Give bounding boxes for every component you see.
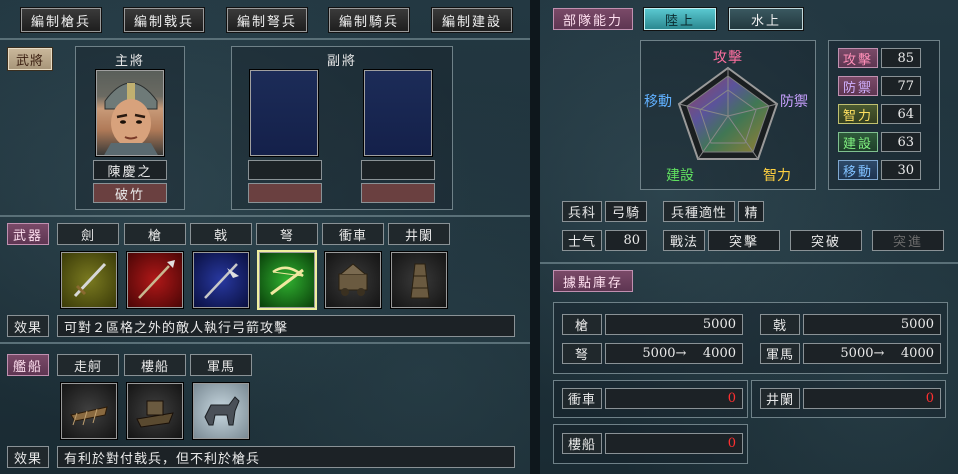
stat-value-intelligence: 64 [881,104,921,124]
inv-spear-value: 5000 [605,314,743,335]
inv-spear-label: 槍 [562,314,602,335]
weapon-label-tower: 井闌 [388,223,450,245]
tactics-label: 戰法 [663,230,705,251]
inv-halberd-value: 5000 [803,314,941,335]
inv-tower-value: 0 [803,388,941,409]
weapon-ram-tile[interactable] [324,251,382,309]
form-crossbow-button[interactable]: 編制弩兵 [226,7,308,33]
radar-label-move: 移動 [644,94,672,110]
weapon-halberd-tile[interactable] [192,251,250,309]
inv-tower-ship-label: 樓船 [562,433,602,454]
tab-land[interactable]: 陸上 [643,7,717,31]
deputy-slot-2[interactable] [363,69,433,157]
aptitude-value: 精 [738,201,764,222]
stat-label-build: 建設 [838,132,878,152]
spear-icon [138,260,175,299]
inv-warhorse-label: 軍馬 [760,343,800,364]
stat-label-move: 移動 [838,160,878,180]
weapon-spear-tile[interactable] [126,251,184,309]
radar-label-intelligence: 智力 [763,168,791,184]
deputy-2-skill [361,183,435,203]
inventory-tag: 據點庫存 [553,270,633,292]
tower-ship-icon [136,400,174,428]
inv-halberd-label: 戟 [760,314,800,335]
skiff-icon [70,406,108,426]
ship-warhorse-tile[interactable] [192,382,250,440]
morale-label: 士气 [562,230,602,251]
officers-tag: 武將 [7,47,53,71]
panel-gap [530,0,540,474]
weapon-label-halberd: 戟 [190,223,252,245]
tab-water[interactable]: 水上 [728,7,804,31]
weapon-tower-tile[interactable] [390,251,448,309]
ship-skiff-tile[interactable] [60,382,118,440]
weapons-tag: 武器 [7,223,49,245]
stat-value-move: 30 [881,160,921,180]
left-panel-mid-divider [0,215,530,217]
form-halberd-button[interactable]: 編制戟兵 [123,7,205,33]
inv-ram-value: 0 [605,388,743,409]
halberd-icon [204,263,239,299]
weapon-label-ram: 衝車 [322,223,384,245]
weapon-label-crossbow: 弩 [256,223,318,245]
stat-label-attack: 攻擊 [838,48,878,68]
left-panel-lower-divider [0,342,530,344]
inv-warhorse-value: 5000→ 4000 [803,343,941,364]
weapon-crossbow-tile[interactable] [257,250,317,310]
ship-label-skiff: 走舸 [57,354,119,376]
inv-tower-ship-value: 0 [605,433,743,454]
radar-label-attack: 攻擊 [713,50,743,66]
stat-label-defense: 防禦 [838,76,878,96]
warhorse-icon [204,396,240,426]
main-officer-name: 陳慶之 [93,160,167,180]
crossbow-icon [270,266,304,296]
tactic-advance[interactable]: 突進 [872,230,944,251]
weapon-effect-text: 可對２區格之外的敵人執行弓箭攻擊 [57,315,515,337]
left-panel-top-divider [0,38,530,40]
unit-ability-tag: 部隊能力 [553,8,633,30]
form-siege-button[interactable]: 編制建設 [431,7,513,33]
stat-value-build: 63 [881,132,921,152]
weapon-label-spear: 槍 [124,223,186,245]
weapon-effect-label: 效果 [7,315,49,337]
ship-effect-text: 有利於對付戟兵，但不利於槍兵 [57,446,515,468]
stat-label-intelligence: 智力 [838,104,878,124]
inv-tower-label: 井闌 [760,388,800,409]
inv-crossbow-label: 弩 [562,343,602,364]
ship-effect-label: 效果 [7,446,49,468]
ship-label-tower-ship: 樓船 [124,354,186,376]
ships-tag: 艦船 [7,354,49,376]
stat-value-defense: 77 [881,76,921,96]
radar-label-defense: 防禦 [780,94,808,110]
tactic-charge[interactable]: 突擊 [708,230,780,251]
weapon-sword-tile[interactable] [60,251,118,309]
deputy-officer-label: 副將 [326,54,357,69]
siege-tower-icon [410,263,430,299]
sword-icon [73,262,107,298]
right-panel-divider [540,262,958,264]
form-spear-button[interactable]: 編制槍兵 [20,7,102,33]
inv-crossbow-value: 5000→ 4000 [605,343,743,364]
tactic-breakthrough[interactable]: 突破 [790,230,862,251]
troop-type-value: 弓騎 [605,201,647,222]
main-officer-label: 主將 [114,54,145,69]
weapon-label-sword: 劍 [57,223,119,245]
ship-label-warhorse: 軍馬 [190,354,252,376]
inv-ram-label: 衝車 [562,388,602,409]
battering-ram-icon [338,263,368,296]
ship-tower-ship-tile[interactable] [126,382,184,440]
radar-label-build: 建設 [666,168,694,184]
officer-face-icon [104,82,158,155]
aptitude-label: 兵種適性 [663,201,735,222]
deputy-1-name [248,160,322,180]
main-officer-skill: 破竹 [93,183,167,203]
deputy-slot-1[interactable] [249,69,319,157]
deputy-1-skill [248,183,322,203]
main-officer-portrait[interactable] [95,69,165,157]
stat-value-attack: 85 [881,48,921,68]
troop-type-label: 兵科 [562,201,602,222]
form-cavalry-button[interactable]: 編制騎兵 [328,7,410,33]
deputy-2-name [361,160,435,180]
morale-value: 80 [605,230,647,251]
